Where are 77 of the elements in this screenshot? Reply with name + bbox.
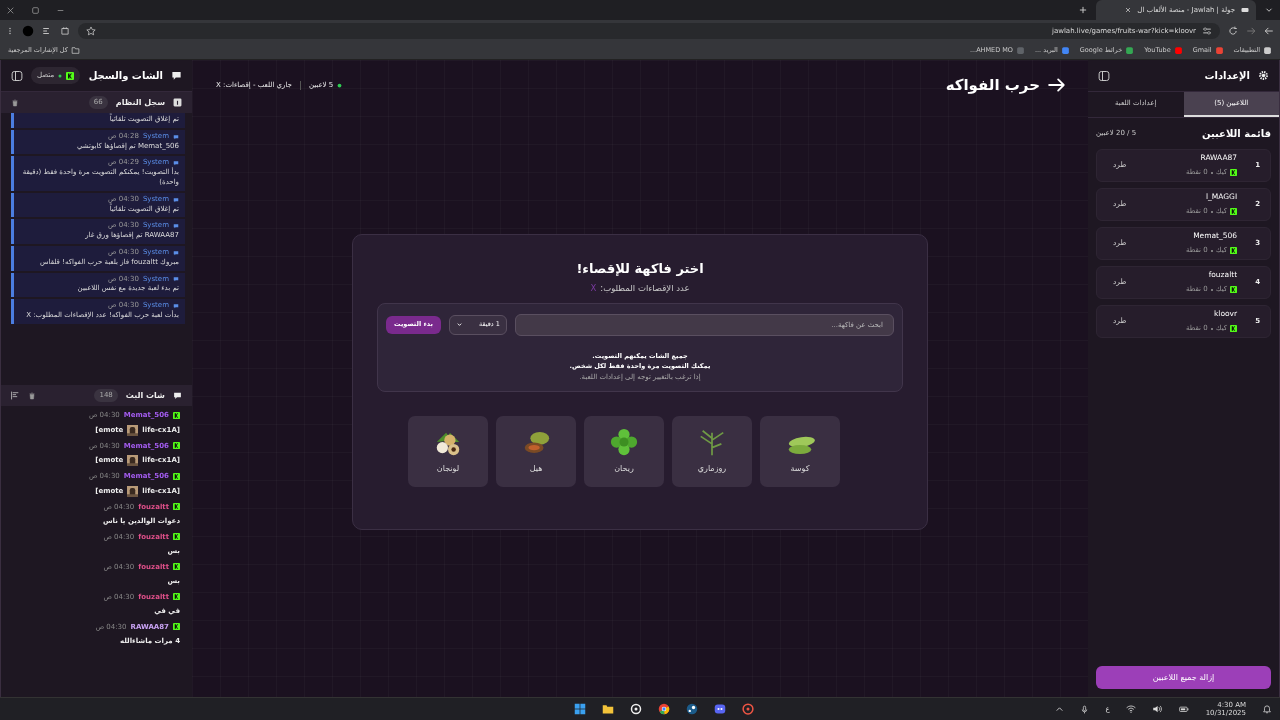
sidebar-toggle-icon[interactable] bbox=[1098, 69, 1110, 82]
fruit-option[interactable]: كوسة bbox=[760, 415, 840, 487]
platform-icon bbox=[173, 563, 180, 571]
favicon bbox=[1263, 46, 1272, 55]
chevron-up-icon[interactable] bbox=[1055, 704, 1065, 714]
notification-bell-icon[interactable] bbox=[1262, 704, 1272, 714]
platform-icon bbox=[1230, 247, 1238, 255]
close-icon[interactable] bbox=[1124, 6, 1133, 14]
folder-icon bbox=[70, 46, 80, 55]
remove-all-button[interactable]: إزالة جميع اللاعبين bbox=[1096, 666, 1271, 689]
vote-subtitle: عدد الإقصاءات المطلوب: bbox=[600, 282, 690, 295]
message-icon bbox=[173, 303, 179, 310]
reload-icon[interactable] bbox=[1228, 26, 1238, 36]
status-dot bbox=[337, 82, 343, 88]
microphone-icon[interactable] bbox=[1080, 704, 1090, 714]
favicon bbox=[1060, 46, 1070, 55]
fruit-option[interactable]: هيل bbox=[496, 415, 576, 487]
site-icon bbox=[1240, 6, 1250, 14]
section-title: شات البث bbox=[125, 389, 165, 402]
panel-title: الشات والسجل bbox=[88, 69, 163, 83]
favicon bbox=[1016, 46, 1025, 55]
trash-icon[interactable] bbox=[28, 391, 36, 400]
extensions-icon[interactable] bbox=[60, 26, 70, 36]
settings-icon bbox=[1258, 70, 1269, 81]
platform-icon bbox=[173, 503, 180, 511]
sidebar-toggle-icon[interactable] bbox=[11, 69, 23, 82]
message-icon bbox=[173, 223, 179, 230]
section-title: سجل النظام bbox=[115, 96, 165, 109]
chat-app-icon[interactable] bbox=[714, 703, 726, 715]
platform-icon bbox=[1230, 325, 1238, 333]
platform-icon bbox=[66, 71, 75, 80]
message-icon bbox=[173, 249, 179, 256]
trash-icon[interactable] bbox=[11, 98, 19, 107]
favicon bbox=[1214, 46, 1224, 55]
vote-title: اختر فاكهة للإقصاء! bbox=[575, 259, 705, 278]
game-title: حرب الفواكه bbox=[945, 75, 1040, 96]
platform-icon bbox=[1230, 286, 1238, 294]
back-icon[interactable] bbox=[1264, 26, 1274, 36]
chat-icon bbox=[173, 391, 182, 400]
speaker-icon[interactable] bbox=[1151, 704, 1162, 714]
platform-icon bbox=[173, 533, 180, 541]
message-icon bbox=[173, 196, 179, 203]
platform-icon bbox=[1230, 208, 1238, 216]
elimination-count: X bbox=[590, 282, 597, 295]
message-icon bbox=[173, 160, 179, 167]
platform-icon bbox=[1230, 169, 1238, 177]
filter-icon[interactable] bbox=[11, 391, 20, 400]
platform-icon bbox=[173, 442, 180, 450]
folder-icon[interactable] bbox=[602, 703, 614, 715]
restore-icon[interactable] bbox=[31, 5, 40, 15]
wifi-icon[interactable] bbox=[1125, 704, 1136, 714]
bookmark-star-icon[interactable] bbox=[86, 26, 96, 36]
message-icon bbox=[173, 276, 179, 283]
fruit-option[interactable]: ريحان bbox=[584, 415, 664, 487]
caret-icon bbox=[455, 321, 463, 329]
favicon bbox=[1173, 46, 1183, 55]
message-icon bbox=[173, 133, 179, 140]
fruit-option[interactable]: لونجان bbox=[408, 415, 488, 487]
panel-title: الإعدادات bbox=[1204, 69, 1250, 83]
log-icon bbox=[173, 98, 182, 107]
platform-icon bbox=[173, 593, 180, 601]
chat-icon bbox=[171, 70, 182, 81]
platform-icon bbox=[173, 623, 180, 631]
fruit-option[interactable]: روزماري bbox=[672, 415, 752, 487]
site-settings-icon[interactable] bbox=[1202, 26, 1212, 36]
new-tab-icon[interactable] bbox=[1078, 5, 1088, 15]
close-icon[interactable] bbox=[6, 5, 15, 15]
battery-icon[interactable] bbox=[1177, 704, 1190, 714]
game-launcher-icon[interactable] bbox=[686, 703, 698, 715]
browser-icon[interactable] bbox=[658, 703, 670, 715]
platform-icon bbox=[173, 472, 180, 480]
favicon bbox=[1125, 46, 1135, 55]
list-title: قائمة اللاعبين bbox=[1201, 126, 1271, 141]
menu-icon[interactable] bbox=[6, 26, 14, 36]
app-icon[interactable] bbox=[742, 703, 754, 715]
platform-icon bbox=[173, 411, 180, 419]
start-icon[interactable] bbox=[574, 703, 586, 715]
